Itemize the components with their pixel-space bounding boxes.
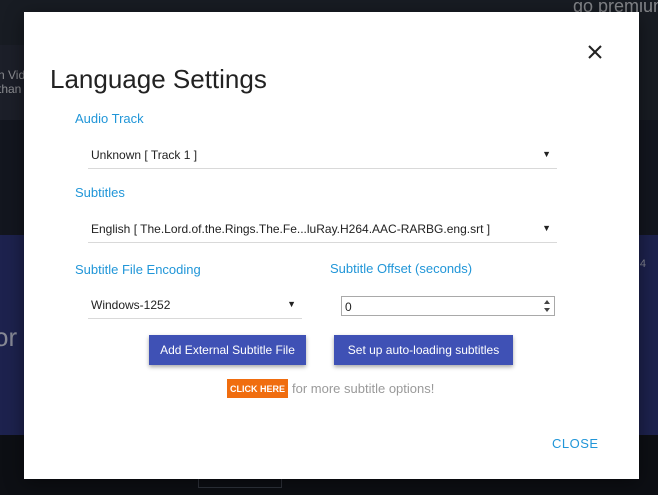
close-button[interactable]: CLOSE	[552, 436, 599, 451]
subtitle-offset-input[interactable]: 0	[341, 296, 555, 316]
encoding-value: Windows-1252	[91, 298, 171, 312]
subtitles-value: English [ The.Lord.of.the.Rings.The.Fe..…	[91, 222, 491, 236]
dropdown-arrow-icon: ▼	[542, 223, 551, 233]
dialog-title: Language Settings	[50, 64, 267, 94]
spinner-arrows-icon[interactable]	[542, 298, 552, 314]
offset-label: Subtitle Offset (seconds)	[330, 261, 473, 276]
dropdown-arrow-icon: ▼	[542, 149, 551, 159]
offset-value: 0	[345, 300, 352, 314]
click-here-button[interactable]: CLICK HERE	[227, 379, 288, 398]
audio-track-select[interactable]: Unknown [ Track 1 ] ▼	[88, 144, 557, 169]
language-settings-dialog: Language Settings Audio Track Unknown [ …	[24, 12, 639, 479]
encoding-select[interactable]: Windows-1252 ▼	[88, 294, 302, 319]
close-icon[interactable]	[585, 42, 605, 62]
add-external-subtitle-button[interactable]: Add External Subtitle File	[149, 335, 306, 365]
dropdown-arrow-icon: ▼	[287, 299, 296, 309]
more-options-text: for more subtitle options!	[292, 381, 435, 396]
auto-loading-subtitles-button[interactable]: Set up auto-loading subtitles	[334, 335, 513, 365]
subtitles-select[interactable]: English [ The.Lord.of.the.Rings.The.Fe..…	[88, 218, 557, 243]
audio-track-label: Audio Track	[75, 111, 144, 126]
subtitles-label: Subtitles	[75, 185, 125, 200]
encoding-label: Subtitle File Encoding	[75, 262, 201, 277]
audio-track-value: Unknown [ Track 1 ]	[91, 148, 198, 162]
